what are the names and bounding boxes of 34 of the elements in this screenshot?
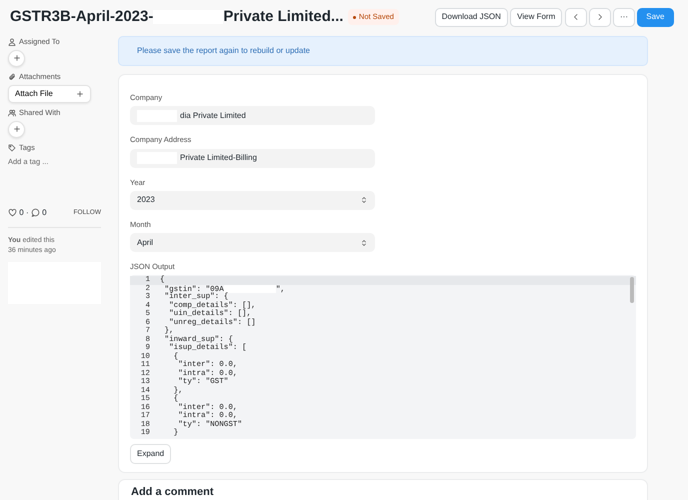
people-icon: [8, 108, 16, 117]
input-field[interactable]: dia Private Limited: [130, 106, 375, 126]
next-button[interactable]: [588, 8, 611, 26]
select-field[interactable]: 2023: [130, 190, 375, 210]
previous-button[interactable]: [564, 8, 587, 26]
tag-icon: [8, 144, 16, 152]
toolbar-button[interactable]: View Form: [510, 8, 562, 26]
page-title: Private Limited...: [223, 6, 344, 27]
updown-chevron-icon: [360, 196, 368, 204]
plus-icon: [76, 90, 84, 98]
attach-file-button[interactable]: Attach File: [8, 84, 91, 102]
toolbar-button[interactable]: ···: [613, 8, 636, 26]
plus-icon: [12, 125, 20, 133]
scrollbar-thumb[interactable]: [630, 277, 634, 304]
like-count: 0: [19, 206, 24, 219]
info-banner: Please save the report again to rebuild or update: [118, 36, 648, 66]
page-title: GSTR3B-April-2023-: [10, 6, 154, 27]
comment-count: 0: [42, 206, 47, 219]
separator-dot: ·: [26, 206, 29, 219]
heart-icon: [8, 208, 17, 218]
toolbar-button[interactable]: Download JSON: [434, 8, 508, 26]
add-button[interactable]: [8, 120, 25, 138]
expand-button[interactable]: Expand: [130, 444, 172, 464]
input-field[interactable]: Private Limited-Billing: [130, 148, 375, 168]
select-field[interactable]: April: [130, 233, 375, 252]
comment-heading: Add a comment: [131, 486, 214, 498]
comment-icon: [30, 208, 40, 218]
person-icon: [8, 38, 16, 46]
updown-chevron-icon: [360, 238, 368, 246]
chevron-left-icon: [572, 12, 580, 21]
paperclip-icon: [8, 72, 16, 81]
add-button[interactable]: [8, 50, 25, 66]
code-editor[interactable]: [130, 275, 636, 439]
plus-icon: [12, 54, 20, 62]
